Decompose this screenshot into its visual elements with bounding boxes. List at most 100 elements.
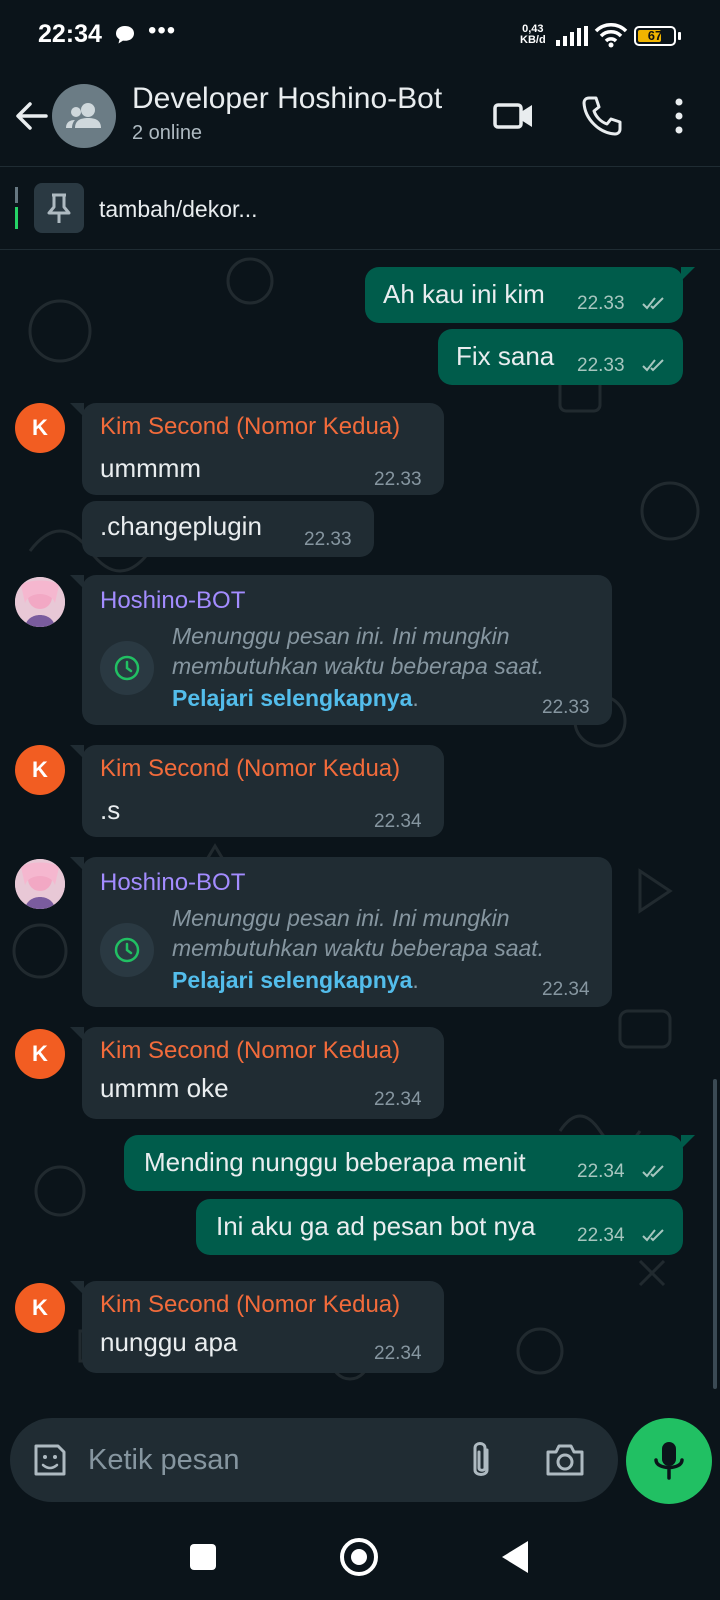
sender-name[interactable]: Hoshino-BOT bbox=[100, 587, 245, 615]
mic-icon bbox=[654, 1442, 684, 1480]
incoming-message[interactable]: Kim Second (Nomor Kedua) ummmm 22.33 bbox=[82, 403, 444, 495]
waiting-message[interactable]: Hoshino-BOT Menunggu pesan ini. Ini mung… bbox=[82, 857, 612, 1007]
avatar[interactable] bbox=[15, 859, 65, 909]
incoming-message[interactable]: Kim Second (Nomor Kedua) .s 22.34 bbox=[82, 745, 444, 837]
video-call-icon[interactable] bbox=[492, 96, 536, 136]
message-text: nunggu apa bbox=[100, 1327, 238, 1357]
pin-icon bbox=[47, 193, 71, 223]
message-time: 22.33 bbox=[542, 697, 590, 718]
status-time: 22:34 bbox=[38, 20, 102, 48]
message-time: 22.33 bbox=[577, 293, 625, 314]
network-speed: 0,43 KB/d bbox=[520, 24, 546, 46]
bubble-tail bbox=[681, 267, 695, 281]
message-time: 22.33 bbox=[304, 529, 352, 550]
message-time: 22.34 bbox=[577, 1225, 625, 1246]
clock-icon-wrapper bbox=[100, 923, 154, 977]
recents-button[interactable] bbox=[190, 1544, 216, 1570]
message-text: ummmm bbox=[100, 453, 202, 483]
clock-icon-wrapper bbox=[100, 641, 154, 695]
network-speed-unit: KB/d bbox=[520, 34, 546, 46]
chat-notification-icon bbox=[116, 26, 134, 44]
waiting-text-line2: membutuhkan waktu beberapa saat. bbox=[172, 935, 545, 961]
sender-name[interactable]: Hoshino-BOT bbox=[100, 869, 245, 897]
status-more-icon: ••• bbox=[148, 17, 177, 44]
waiting-text-line1: Menunggu pesan ini. Ini mungkin bbox=[172, 905, 510, 931]
phone-icon[interactable] bbox=[580, 94, 624, 138]
pin-indicator-active bbox=[15, 207, 18, 229]
message-list[interactable]: Ah kau ini kim 22.33 Fix sana 22.33 K Ki… bbox=[0, 251, 720, 1399]
system-nav-bar bbox=[0, 1514, 720, 1600]
message-time: 22.33 bbox=[577, 355, 625, 376]
sticker-icon[interactable] bbox=[30, 1440, 70, 1480]
bot-avatar-image bbox=[15, 859, 65, 909]
battery-tip bbox=[678, 32, 681, 40]
sender-name[interactable]: Kim Second (Nomor Kedua) bbox=[100, 1291, 400, 1319]
message-time: 22.34 bbox=[542, 979, 590, 1000]
mic-button[interactable] bbox=[626, 1418, 712, 1504]
more-vert-icon[interactable] bbox=[664, 94, 694, 138]
group-avatar[interactable] bbox=[52, 84, 116, 148]
learn-more-label[interactable]: Pelajari selengkapnya bbox=[172, 967, 412, 993]
outgoing-message[interactable]: Ah kau ini kim 22.33 bbox=[365, 267, 683, 323]
message-text: Fix sana bbox=[456, 341, 555, 371]
message-text: ummm oke bbox=[100, 1073, 229, 1103]
learn-more-suffix: . bbox=[412, 685, 419, 711]
chat-subtitle: 2 online bbox=[132, 122, 203, 144]
avatar[interactable]: K bbox=[15, 403, 65, 453]
avatar[interactable] bbox=[15, 577, 65, 627]
double-check-icon bbox=[642, 1229, 664, 1242]
pin-icon-box bbox=[34, 183, 84, 233]
camera-icon[interactable] bbox=[544, 1440, 586, 1480]
message-time: 22.34 bbox=[577, 1161, 625, 1182]
incoming-message[interactable]: Kim Second (Nomor Kedua) nunggu apa 22.3… bbox=[82, 1281, 444, 1373]
message-text: .changeplugin bbox=[100, 511, 262, 541]
waiting-text-line2: membutuhkan waktu beberapa saat. bbox=[172, 653, 545, 679]
battery-icon: 67 bbox=[634, 26, 676, 46]
bubble-tail bbox=[681, 1135, 695, 1149]
sender-name[interactable]: Kim Second (Nomor Kedua) bbox=[100, 413, 400, 441]
message-input[interactable]: Ketik pesan bbox=[88, 1444, 240, 1477]
waiting-message[interactable]: Hoshino-BOT Menunggu pesan ini. Ini mung… bbox=[82, 575, 612, 725]
message-text: Ah kau ini kim bbox=[383, 279, 545, 309]
chat-header: Developer Hoshino-Bot 2 online bbox=[0, 72, 720, 164]
incoming-message[interactable]: .changeplugin 22.33 bbox=[82, 501, 374, 557]
double-check-icon bbox=[642, 297, 664, 310]
message-text: .s bbox=[100, 795, 121, 825]
pinned-text: tambah/dekor... bbox=[99, 196, 258, 222]
avatar[interactable]: K bbox=[15, 1029, 65, 1079]
message-time: 22.34 bbox=[374, 1343, 422, 1364]
double-check-icon bbox=[642, 359, 664, 372]
back-triangle-button[interactable] bbox=[502, 1541, 528, 1573]
learn-more-label[interactable]: Pelajari selengkapnya bbox=[172, 685, 412, 711]
chat-title[interactable]: Developer Hoshino-Bot bbox=[132, 82, 442, 116]
home-dot bbox=[351, 1549, 367, 1565]
sender-name[interactable]: Kim Second (Nomor Kedua) bbox=[100, 755, 400, 783]
scrollbar[interactable] bbox=[713, 1079, 717, 1389]
message-input-bar[interactable]: Ketik pesan bbox=[10, 1418, 618, 1502]
battery-level: 67 bbox=[647, 28, 663, 43]
learn-more-link[interactable]: Pelajari selengkapnya. bbox=[172, 967, 419, 994]
signal-icon bbox=[556, 26, 588, 46]
wifi-icon bbox=[594, 23, 628, 48]
outgoing-message[interactable]: Fix sana 22.33 bbox=[438, 329, 683, 385]
outgoing-message[interactable]: Mending nunggu beberapa menit 22.34 bbox=[124, 1135, 683, 1191]
waiting-text-line1: Menunggu pesan ini. Ini mungkin bbox=[172, 623, 510, 649]
incoming-message[interactable]: Kim Second (Nomor Kedua) ummm oke 22.34 bbox=[82, 1027, 444, 1119]
home-button[interactable] bbox=[340, 1538, 378, 1576]
avatar[interactable]: K bbox=[15, 745, 65, 795]
message-text: Ini aku ga ad pesan bot nya bbox=[216, 1211, 536, 1241]
learn-more-link[interactable]: Pelajari selengkapnya. bbox=[172, 685, 419, 712]
outgoing-message[interactable]: Ini aku ga ad pesan bot nya 22.34 bbox=[196, 1199, 683, 1255]
pin-indicator bbox=[15, 187, 18, 203]
clock-icon bbox=[114, 937, 140, 963]
bot-avatar-image bbox=[15, 577, 65, 627]
avatar[interactable]: K bbox=[15, 1283, 65, 1333]
attach-icon[interactable] bbox=[466, 1438, 496, 1482]
pinned-message-bar[interactable]: tambah/dekor... bbox=[0, 166, 720, 250]
status-bar: 22:34 ••• 0,43 KB/d 67 bbox=[0, 0, 720, 72]
message-text: Mending nunggu beberapa menit bbox=[144, 1147, 526, 1177]
back-arrow-icon[interactable] bbox=[12, 92, 52, 140]
double-check-icon bbox=[642, 1165, 664, 1178]
sender-name[interactable]: Kim Second (Nomor Kedua) bbox=[100, 1037, 400, 1065]
learn-more-suffix: . bbox=[412, 967, 419, 993]
